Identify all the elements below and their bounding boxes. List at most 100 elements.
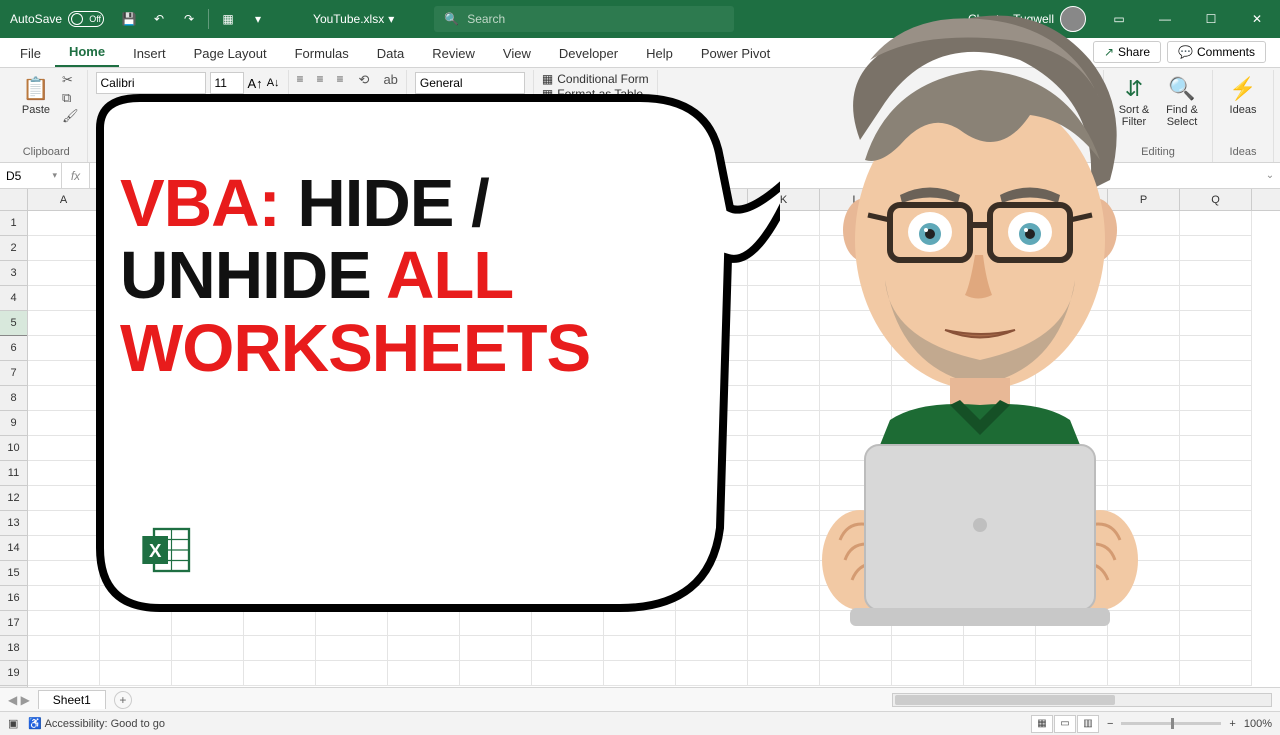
- row-header[interactable]: 15: [0, 561, 27, 586]
- cell[interactable]: [1180, 236, 1252, 261]
- cell[interactable]: [460, 211, 532, 236]
- column-header[interactable]: P: [1108, 189, 1180, 210]
- cell[interactable]: [172, 436, 244, 461]
- cell[interactable]: [964, 661, 1036, 686]
- cell[interactable]: [820, 461, 892, 486]
- cell[interactable]: [316, 536, 388, 561]
- cell[interactable]: [676, 336, 748, 361]
- cell[interactable]: [892, 436, 964, 461]
- cell[interactable]: [100, 536, 172, 561]
- cell[interactable]: [892, 386, 964, 411]
- cell-styles-button[interactable]: ▦Cell Styles ▾: [542, 102, 649, 116]
- cell[interactable]: [244, 536, 316, 561]
- cell[interactable]: [604, 661, 676, 686]
- format-as-table-button[interactable]: ▦Format as Table: [542, 87, 649, 101]
- font-size-combo[interactable]: 11: [210, 72, 244, 94]
- cell[interactable]: [1036, 611, 1108, 636]
- cell[interactable]: [172, 461, 244, 486]
- row-header[interactable]: 8: [0, 386, 27, 411]
- cell[interactable]: [388, 536, 460, 561]
- cell[interactable]: [100, 611, 172, 636]
- cell[interactable]: [748, 461, 820, 486]
- cell[interactable]: [892, 611, 964, 636]
- cell[interactable]: [748, 261, 820, 286]
- cell[interactable]: [1180, 586, 1252, 611]
- cell[interactable]: [604, 361, 676, 386]
- cell[interactable]: [460, 461, 532, 486]
- cell[interactable]: [1108, 211, 1180, 236]
- cell[interactable]: [316, 411, 388, 436]
- ideas-button[interactable]: ⚡ Ideas: [1221, 72, 1265, 116]
- cell[interactable]: [1180, 661, 1252, 686]
- cell[interactable]: [172, 536, 244, 561]
- share-button[interactable]: ↗Share: [1093, 41, 1161, 63]
- cell[interactable]: [388, 336, 460, 361]
- cell[interactable]: [316, 236, 388, 261]
- redo-icon[interactable]: ↷: [177, 7, 201, 31]
- cell[interactable]: [532, 536, 604, 561]
- column-header[interactable]: J: [676, 189, 748, 210]
- cell[interactable]: [100, 661, 172, 686]
- cell[interactable]: [964, 261, 1036, 286]
- row-header[interactable]: 1: [0, 211, 27, 236]
- cell[interactable]: [748, 236, 820, 261]
- row-header[interactable]: 12: [0, 486, 27, 511]
- cell[interactable]: [892, 461, 964, 486]
- cell[interactable]: [964, 236, 1036, 261]
- cell[interactable]: [820, 361, 892, 386]
- cell[interactable]: [1036, 436, 1108, 461]
- cell[interactable]: [892, 486, 964, 511]
- column-header[interactable]: A: [28, 189, 100, 210]
- cell[interactable]: [100, 561, 172, 586]
- cell[interactable]: [676, 586, 748, 611]
- cell[interactable]: [316, 461, 388, 486]
- row-header[interactable]: 6: [0, 336, 27, 361]
- cell[interactable]: [100, 636, 172, 661]
- cell[interactable]: [460, 411, 532, 436]
- cell[interactable]: [460, 636, 532, 661]
- column-header[interactable]: F: [388, 189, 460, 210]
- cell[interactable]: [820, 386, 892, 411]
- tab-page-layout[interactable]: Page Layout: [180, 40, 281, 67]
- cell[interactable]: [1108, 536, 1180, 561]
- name-box[interactable]: D5: [0, 163, 62, 188]
- cell[interactable]: [892, 286, 964, 311]
- cell[interactable]: [604, 336, 676, 361]
- cell[interactable]: [892, 411, 964, 436]
- cell[interactable]: [1036, 211, 1108, 236]
- cell[interactable]: [820, 511, 892, 536]
- cell[interactable]: [172, 636, 244, 661]
- font-name-combo[interactable]: Calibri: [96, 72, 206, 94]
- row-header[interactable]: 9: [0, 411, 27, 436]
- cell[interactable]: [604, 486, 676, 511]
- tab-power-pivot[interactable]: Power Pivot: [687, 40, 784, 67]
- cell[interactable]: [1180, 536, 1252, 561]
- cell[interactable]: [388, 586, 460, 611]
- qat-dropdown-icon[interactable]: ▾: [246, 7, 270, 31]
- autosave-toggle[interactable]: AutoSave Off: [0, 11, 114, 27]
- cell[interactable]: [676, 411, 748, 436]
- cell[interactable]: [1036, 586, 1108, 611]
- cell[interactable]: [532, 286, 604, 311]
- cell[interactable]: [172, 236, 244, 261]
- tab-file[interactable]: File: [6, 40, 55, 67]
- expand-formula-bar-icon[interactable]: ⌄: [1260, 163, 1280, 188]
- cell[interactable]: [316, 486, 388, 511]
- column-header[interactable]: D: [244, 189, 316, 210]
- cell[interactable]: [532, 461, 604, 486]
- formula-input[interactable]: [90, 163, 1260, 188]
- cell[interactable]: [1108, 586, 1180, 611]
- cell[interactable]: [244, 486, 316, 511]
- cell[interactable]: [28, 336, 100, 361]
- cell[interactable]: [244, 386, 316, 411]
- cell[interactable]: [892, 361, 964, 386]
- undo-icon[interactable]: ↶: [147, 7, 171, 31]
- cell[interactable]: [244, 336, 316, 361]
- cell[interactable]: [892, 536, 964, 561]
- cell[interactable]: [172, 336, 244, 361]
- cell[interactable]: [244, 436, 316, 461]
- cell[interactable]: [172, 311, 244, 336]
- row-header[interactable]: 4: [0, 286, 27, 311]
- cell[interactable]: [532, 336, 604, 361]
- row-header[interactable]: 5: [0, 311, 27, 336]
